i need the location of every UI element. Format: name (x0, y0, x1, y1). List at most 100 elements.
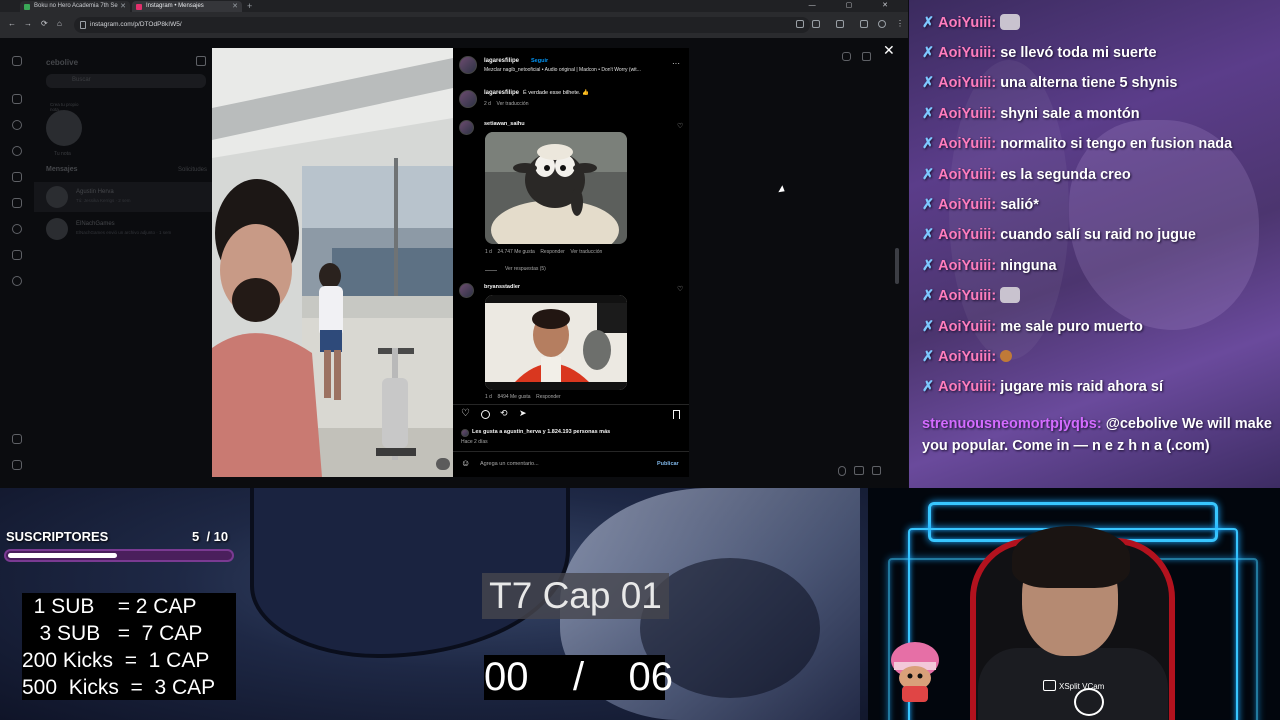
close-modal-button[interactable]: ✕ (883, 42, 895, 59)
chat-username[interactable]: AoiYuiii: (938, 197, 996, 213)
comment-avatar[interactable] (459, 120, 474, 135)
repost-icon[interactable]: ⟲ (500, 408, 508, 419)
install-icon[interactable] (796, 20, 804, 28)
home-icon[interactable] (12, 94, 22, 104)
chat-message: ✗ AoiYuiii: (922, 287, 1021, 305)
post-audio[interactable]: Mezclar nagib_netooficial • Audio origin… (484, 67, 664, 73)
extensions-icon[interactable] (836, 20, 844, 28)
comment-icon[interactable] (481, 410, 490, 419)
comment-username[interactable]: bryansstadler (484, 284, 520, 290)
caption-avatar[interactable] (459, 90, 477, 108)
chat-username[interactable]: AoiYuiii: (938, 136, 996, 152)
site-info-icon[interactable] (80, 21, 86, 29)
replies-divider (485, 270, 497, 271)
author-avatar[interactable] (459, 56, 477, 74)
subscribers-progress-bar (4, 549, 234, 562)
comment-username[interactable]: setiawan_saihu (484, 121, 525, 127)
microphone-icon[interactable] (838, 466, 846, 476)
instagram-logo-icon[interactable] (12, 56, 22, 66)
chat-username[interactable]: AoiYuiii: (938, 75, 996, 91)
sidebar-icon[interactable] (860, 20, 868, 28)
chat-username[interactable]: strenuousneomortpjyqbs: (922, 416, 1102, 432)
dm-search-input[interactable]: Buscar (46, 74, 206, 88)
messages-icon[interactable] (12, 198, 22, 208)
tab-boku-no-hero[interactable]: Boku no Hero Academia 7th Se ✕ (20, 1, 130, 12)
publish-button[interactable]: Publicar (657, 461, 679, 467)
image-icon[interactable] (854, 466, 864, 475)
new-tab-button[interactable]: + (247, 0, 252, 12)
create-icon[interactable] (12, 250, 22, 260)
search-icon[interactable] (12, 120, 22, 130)
like-comment-icon[interactable]: ♡ (677, 122, 683, 130)
scrollbar-thumb[interactable] (895, 248, 899, 284)
close-tab-icon[interactable]: ✕ (232, 1, 238, 12)
reels-icon[interactable] (12, 172, 22, 182)
chat-username[interactable]: AoiYuiii: (938, 258, 996, 274)
post-video[interactable] (212, 48, 453, 477)
likes-summary[interactable]: Les gusta a agustin_herva y 1.824.193 pe… (472, 429, 610, 435)
save-icon[interactable] (673, 410, 680, 419)
requests-link[interactable]: Solicitudes (178, 167, 207, 173)
comment-input[interactable]: Agrega un comentario... (480, 461, 539, 467)
url-text: instagram.com/p/DTOdP8kIW5/ (90, 21, 182, 28)
bookmark-star-icon[interactable] (812, 20, 820, 28)
threads-icon[interactable] (12, 460, 22, 470)
url-field[interactable]: instagram.com/p/DTOdP8kIW5/ (74, 17, 810, 33)
view-replies-link[interactable]: Ver respuestas (5) (505, 266, 546, 272)
compose-icon[interactable] (196, 56, 206, 66)
post-author[interactable]: lagaresfilipe (484, 58, 519, 64)
caption-username[interactable]: lagaresfilipe (484, 90, 519, 96)
chat-username[interactable]: AoiYuiii: (938, 288, 996, 304)
chat-username[interactable]: AoiYuiii: (938, 45, 996, 61)
more-menu-icon[interactable] (12, 434, 22, 444)
forward-button[interactable]: → (24, 19, 32, 28)
stream-screen: Boku no Hero Academia 7th Se ✕ Instagram… (0, 0, 1280, 720)
chat-username[interactable]: AoiYuiii: (938, 319, 996, 335)
badge-icon: ✗ (922, 15, 935, 31)
comment-avatar[interactable] (459, 283, 474, 298)
follow-button[interactable]: Seguir (531, 58, 548, 64)
rates-panel: 1 SUB = 2 CAP 3 SUB = 7 CAP 200 Kicks = … (22, 593, 236, 700)
address-bar-row: ← → ⟳ ⌂ instagram.com/p/DTOdP8kIW5/ ⋮ (0, 12, 908, 38)
chat-message: ✗ AoiYuiii: shyni sale a montón (922, 105, 1140, 123)
chat-username[interactable]: AoiYuiii: (938, 167, 996, 183)
tab-instagram[interactable]: Instagram • Mensajes ✕ (132, 1, 242, 12)
like-icon[interactable]: ♡ (461, 408, 470, 419)
home-button[interactable]: ⌂ (57, 19, 62, 28)
liker-avatar (461, 429, 469, 437)
emoji-icon[interactable]: ☺ (461, 458, 470, 468)
reload-button[interactable]: ⟳ (41, 19, 48, 28)
profile-avatar-icon[interactable] (12, 276, 22, 286)
episode-progress: 00 / 06 (484, 655, 674, 700)
profile-icon[interactable] (878, 20, 886, 28)
note-bubble[interactable]: Crea tu propio nota... (50, 102, 80, 112)
menu-icon[interactable]: ⋮ (896, 19, 904, 28)
chat-username[interactable]: AoiYuiii: (938, 15, 996, 31)
chat-username[interactable]: AoiYuiii: (938, 227, 996, 243)
avatar (46, 186, 68, 208)
back-button[interactable]: ← (8, 19, 16, 28)
chat-text: salió* (1000, 197, 1039, 213)
badge-icon: ✗ (922, 136, 935, 152)
sticker-icon[interactable] (872, 466, 881, 475)
like-comment-icon[interactable]: ♡ (677, 285, 683, 293)
explore-icon[interactable] (12, 146, 22, 156)
call-icon[interactable] (842, 52, 851, 61)
chat-username[interactable]: AoiYuiii: (938, 379, 996, 395)
video-call-icon[interactable] (862, 52, 871, 61)
gif-frame (485, 132, 627, 244)
tab-label: Instagram • Mensajes (146, 3, 204, 9)
chat-username[interactable]: AoiYuiii: (938, 106, 996, 122)
conversation-item[interactable]: Agustin Herva Tú: Jessika Kerrigs · 2 se… (34, 182, 212, 212)
conversation-item[interactable]: ElNachGames ElNachGames envió un archivo… (34, 214, 212, 244)
window-controls[interactable]: — ▢ ✕ (809, 0, 902, 12)
more-options-icon[interactable]: ··· (672, 59, 680, 68)
notifications-icon[interactable] (12, 224, 22, 234)
share-icon[interactable]: ➤ (519, 408, 527, 419)
dm-username[interactable]: cebolive (46, 58, 78, 67)
note-avatar[interactable] (46, 110, 82, 146)
close-tab-icon[interactable]: ✕ (120, 1, 126, 12)
chat-username[interactable]: AoiYuiii: (938, 349, 996, 365)
chat-message: ✗ AoiYuiii: jugare mis raid ahora sí (922, 378, 1163, 396)
chat-message: ✗ AoiYuiii: cuando salí su raid no jugue (922, 226, 1196, 244)
